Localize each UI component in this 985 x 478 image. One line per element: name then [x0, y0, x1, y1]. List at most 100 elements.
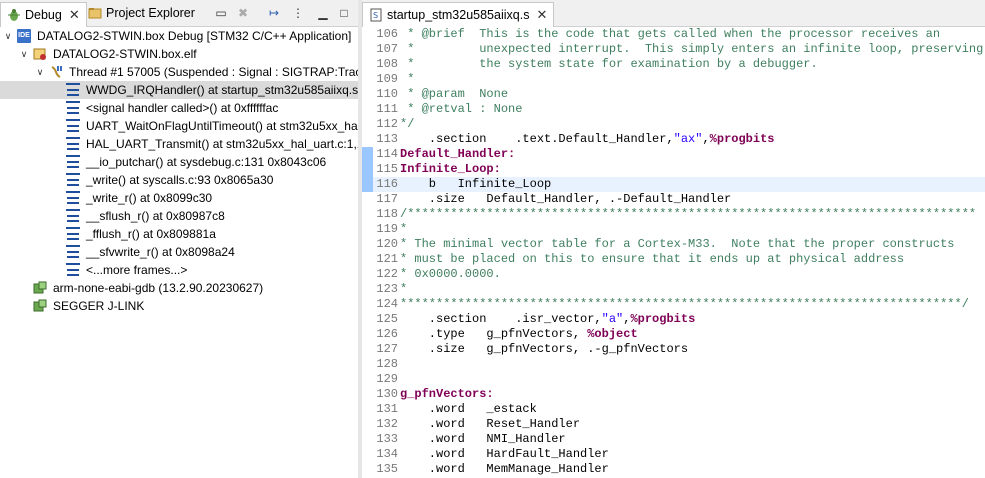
code-line[interactable]: 123 *	[362, 282, 985, 297]
close-icon[interactable]: ✕	[69, 7, 80, 23]
maximize-icon[interactable]: □	[336, 5, 352, 21]
code-line[interactable]: 119 *	[362, 222, 985, 237]
stack-frame-label: <signal handler called>() at 0xffffffac	[86, 101, 279, 115]
stack-frame[interactable]: _write() at syscalls.c:93 0x8065a30	[0, 171, 358, 189]
stack-frame[interactable]: __sfvwrite_r() at 0x8098a24	[0, 243, 358, 261]
line-number: 117	[376, 192, 398, 206]
line-number: 129	[376, 372, 398, 386]
code-line[interactable]: 116 b Infinite_Loop	[362, 177, 985, 192]
tab-project-explorer[interactable]: Project Explorer	[82, 2, 201, 24]
stack-frame[interactable]: <signal handler called>() at 0xffffffac	[0, 99, 358, 117]
stack-frame-label: __sfvwrite_r() at 0x8098a24	[86, 245, 235, 259]
code-line[interactable]: 120 * The minimal vector table for a Cort…	[362, 237, 985, 252]
tree-thread[interactable]: ∨ Thread #1 57005 (Suspended : Signal : …	[0, 63, 358, 81]
code-line[interactable]: 122 * 0x0000.0000.	[362, 267, 985, 282]
view-menu-icon[interactable]: ⋮	[290, 5, 306, 21]
code-line[interactable]: 113 .section .text.Default_Handler,"ax",…	[362, 132, 985, 147]
stack-frame-icon	[66, 245, 80, 261]
code-line[interactable]: 114 Default_Handler:	[362, 147, 985, 162]
code-token: * The minimal vector table for a Cortex-…	[400, 237, 955, 251]
stack-frame[interactable]: UART_WaitOnFlagUntilTimeout() at stm32u5…	[0, 117, 358, 135]
collapse-all-icon[interactable]: ▭	[213, 5, 229, 21]
tree-process[interactable]: ∨ DATALOG2-STWIN.box.elf	[0, 45, 358, 63]
expand-chevron-icon[interactable]: ∨	[35, 63, 45, 81]
code-line[interactable]: 106 * @brief This is the code that gets …	[362, 27, 985, 42]
stack-frame-icon	[66, 173, 80, 189]
stack-frame-label: UART_WaitOnFlagUntilTimeout() at stm32u5…	[86, 119, 358, 133]
minimize-icon[interactable]: ▁	[315, 5, 331, 21]
code-line[interactable]: 115 Infinite_Loop:	[362, 162, 985, 177]
tree-jlink[interactable]: SEGGER J-LINK	[0, 297, 358, 315]
tree-gdb[interactable]: arm-none-eabi-gdb (13.2.90.20230627)	[0, 279, 358, 297]
tree-gdb-label: arm-none-eabi-gdb (13.2.90.20230627)	[53, 281, 264, 295]
code-line[interactable]: 129	[362, 372, 985, 387]
expand-chevron-icon[interactable]: ∨	[19, 45, 29, 63]
annotation-marker[interactable]	[362, 162, 373, 177]
code-line[interactable]: 109 *	[362, 72, 985, 87]
stack-frame-more[interactable]: <...more frames...>	[0, 261, 358, 279]
code-text: * @retval : None	[400, 102, 522, 117]
code-line[interactable]: 132 .word Reset_Handler	[362, 417, 985, 432]
line-number: 110	[376, 87, 398, 101]
code-line[interactable]: 118/************************************…	[362, 207, 985, 222]
thread-suspended-icon	[51, 66, 62, 78]
code-line[interactable]: 134 .word HardFault_Handler	[362, 447, 985, 462]
code-line[interactable]: 131 .word _estack	[362, 402, 985, 417]
code-token: Infinite_Loop:	[400, 162, 501, 176]
stack-frame-label: _write() at syscalls.c:93 0x8065a30	[86, 173, 274, 187]
line-number: 122	[376, 267, 398, 281]
tree-launch[interactable]: ∨ IDE DATALOG2-STWIN.box Debug [STM32 C/…	[0, 27, 358, 45]
code-token: b Infinite_Loop	[400, 177, 552, 191]
stack-frame[interactable]: __sflush_r() at 0x80987c8	[0, 207, 358, 225]
stack-frame-label: _write_r() at 0x8099c30	[86, 191, 213, 205]
code-line[interactable]: 133 .word NMI_Handler	[362, 432, 985, 447]
code-line[interactable]: 128	[362, 357, 985, 372]
close-icon[interactable]: ✕	[536, 7, 547, 23]
tab-debug[interactable]: Debug ✕	[0, 2, 87, 27]
stack-frame[interactable]: _fflush_r() at 0x809881a	[0, 225, 358, 243]
stack-frame[interactable]: HAL_UART_Transmit() at stm32u5xx_hal_uar…	[0, 135, 358, 153]
code-line[interactable]: 117 .size Default_Handler, .-Default_Han…	[362, 192, 985, 207]
code-line[interactable]: 112 */	[362, 117, 985, 132]
line-number: 123	[376, 282, 398, 296]
tree-jlink-label: SEGGER J-LINK	[53, 299, 145, 313]
code-line[interactable]: 108 * the system state for examination b…	[362, 57, 985, 72]
code-line[interactable]: 110 * @param None	[362, 87, 985, 102]
code-text: * must be placed on this to ensure that …	[400, 252, 904, 267]
step-into-icon[interactable]: ↦	[266, 5, 282, 21]
more-frames-label: <...more frames...>	[86, 263, 188, 277]
stack-frame[interactable]: WWDG_IRQHandler() at startup_stm32u585ai…	[0, 81, 358, 99]
stack-frame[interactable]: _write_r() at 0x8099c30	[0, 189, 358, 207]
tab-startup-file[interactable]: S startup_stm32u585aiixq.s ✕	[362, 2, 555, 27]
remove-terminated-icon[interactable]: ✖	[235, 5, 251, 21]
line-number: 116	[376, 177, 398, 191]
code-line[interactable]: 125 .section .isr_vector,"a",%progbits	[362, 312, 985, 327]
code-text: */	[400, 117, 414, 132]
code-token: * @param None	[400, 87, 509, 101]
code-token: .size g_pfnVectors, .-g_pfnVectors	[400, 342, 689, 356]
code-line[interactable]: 124 *************************************…	[362, 297, 985, 312]
line-number: 125	[376, 312, 398, 326]
expand-chevron-icon[interactable]: ∨	[3, 27, 13, 45]
line-number: 114	[376, 147, 398, 161]
code-line[interactable]: 135 .word MemManage_Handler	[362, 462, 985, 477]
annotation-marker[interactable]	[362, 147, 373, 162]
code-editor[interactable]: 106 * @brief This is the code that gets …	[362, 27, 985, 477]
code-line[interactable]: 130 g_pfnVectors:	[362, 387, 985, 402]
process-icon	[33, 48, 46, 60]
code-line[interactable]: 127 .size g_pfnVectors, .-g_pfnVectors	[362, 342, 985, 357]
instruction-pointer-icon[interactable]	[362, 177, 373, 192]
code-line[interactable]: 111 * @retval : None	[362, 102, 985, 117]
line-number: 127	[376, 342, 398, 356]
code-line[interactable]: 126 .type g_pfnVectors, %object	[362, 327, 985, 342]
line-number: 111	[376, 102, 398, 116]
code-line[interactable]: 107 * unexpected interrupt. This simply …	[362, 42, 985, 57]
code-text: .word HardFault_Handler	[400, 447, 609, 462]
tree-thread-label: Thread #1 57005 (Suspended : Signal : SI…	[69, 65, 358, 79]
code-text: /***************************************…	[400, 207, 976, 222]
line-number: 132	[376, 417, 398, 431]
code-text: Infinite_Loop:	[400, 162, 501, 177]
code-token: .word _estack	[400, 402, 537, 416]
stack-frame[interactable]: __io_putchar() at sysdebug.c:131 0x8043c…	[0, 153, 358, 171]
code-line[interactable]: 121 * must be placed on this to ensure th…	[362, 252, 985, 267]
